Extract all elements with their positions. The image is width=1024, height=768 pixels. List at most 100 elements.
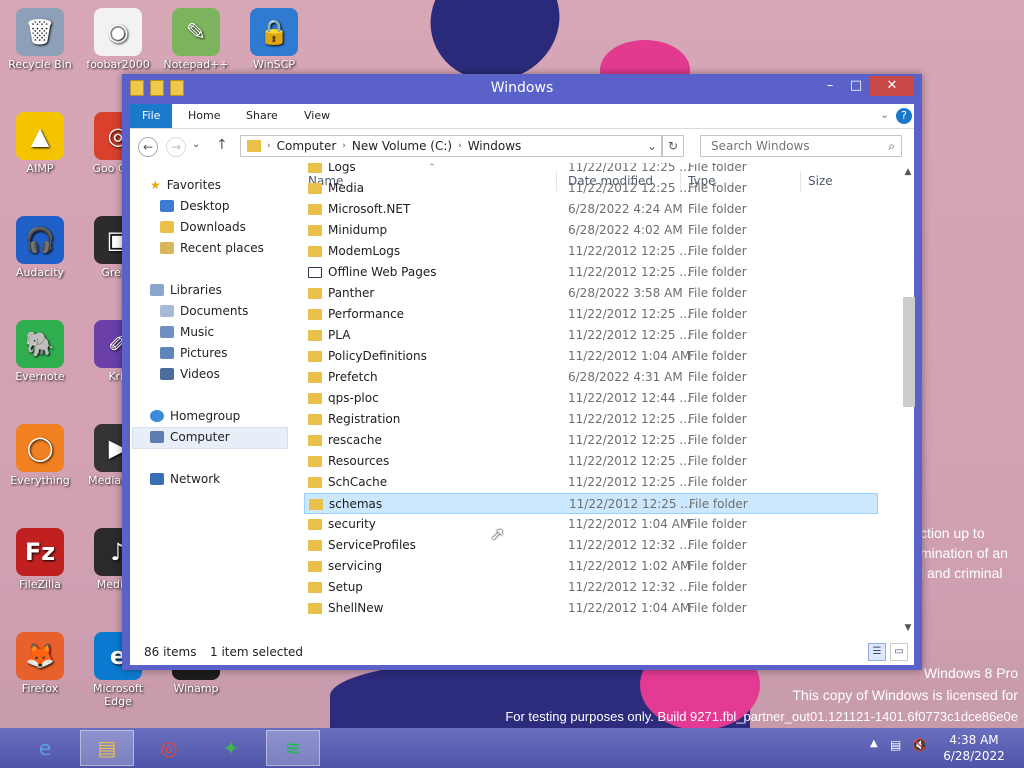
taskbar-internet-explorer-button[interactable]: e bbox=[18, 730, 72, 766]
tab-view[interactable]: View bbox=[292, 104, 342, 128]
nav-favorites[interactable]: ★ Favorites bbox=[150, 175, 221, 195]
taskbar-file-explorer-button[interactable]: ▤ bbox=[80, 730, 134, 766]
nav-videos[interactable]: Videos bbox=[160, 364, 220, 384]
folder-icon bbox=[247, 140, 261, 152]
scroll-up-icon[interactable]: ▲ bbox=[902, 167, 914, 179]
tab-share[interactable]: Share bbox=[234, 104, 290, 128]
file-row[interactable]: Prefetch 6/28/2022 4:31 AM File folder bbox=[304, 367, 878, 388]
desktop-icon-filezilla[interactable]: Fz FileZilla bbox=[2, 528, 78, 591]
taskbar-spotify-button[interactable]: ≋ bbox=[266, 730, 320, 766]
desktop-icon-foobar2000[interactable]: ◉ foobar2000 bbox=[80, 8, 156, 71]
scroll-down-icon[interactable]: ▼ bbox=[902, 623, 914, 635]
folder-icon bbox=[308, 435, 322, 446]
tab-home[interactable]: Home bbox=[176, 104, 232, 128]
desktop-icon-notepadpp[interactable]: ✎ Notepad++ bbox=[158, 8, 234, 71]
nav-libraries[interactable]: Libraries bbox=[150, 280, 222, 300]
help-icon[interactable]: ? bbox=[896, 108, 912, 124]
desktop-icon-label: WinSCP bbox=[253, 58, 295, 71]
volume-muted-icon[interactable]: 🔇 bbox=[912, 738, 927, 752]
desktop-icon-winscp[interactable]: 🔒 WinSCP bbox=[236, 8, 312, 71]
file-row[interactable]: qps-ploc 11/22/2012 12:44 ... File folder bbox=[304, 388, 878, 409]
forward-button[interactable]: → bbox=[166, 137, 186, 157]
file-row[interactable]: rescache 11/22/2012 12:25 ... File folder bbox=[304, 430, 878, 451]
file-row[interactable]: Setup 11/22/2012 12:32 ... File folder bbox=[304, 577, 878, 598]
scrollbar-thumb[interactable] bbox=[903, 297, 915, 407]
videos-icon bbox=[160, 368, 174, 380]
file-date: 11/22/2012 12:25 ... bbox=[568, 163, 691, 174]
maximize-button[interactable]: □ bbox=[844, 76, 868, 96]
nav-documents[interactable]: Documents bbox=[160, 301, 248, 321]
nav-pictures[interactable]: Pictures bbox=[160, 343, 228, 363]
large-icons-view-button[interactable]: ▭ bbox=[890, 643, 908, 661]
folder-icon bbox=[308, 540, 322, 551]
title-bar[interactable]: Windows – □ ✕ bbox=[122, 74, 922, 102]
desktop-icon-label: FileZilla bbox=[19, 578, 61, 591]
desktop-icon-audacity[interactable]: 🎧 Audacity bbox=[2, 216, 78, 279]
file-row[interactable]: Media 11/22/2012 12:25 ... File folder bbox=[304, 178, 878, 199]
file-row[interactable]: SchCache 11/22/2012 12:25 ... File folder bbox=[304, 472, 878, 493]
back-button[interactable]: ← bbox=[138, 137, 158, 157]
desktop-icon-recycle-bin[interactable]: 🗑 Recycle Bin bbox=[2, 8, 78, 71]
file-name: Panther bbox=[328, 286, 375, 300]
search-input[interactable] bbox=[709, 138, 873, 154]
folder-icon bbox=[308, 330, 322, 341]
minimize-button[interactable]: – bbox=[818, 76, 842, 96]
recent-locations-icon[interactable]: ⌄ bbox=[192, 139, 200, 150]
file-type: File folder bbox=[688, 286, 747, 300]
file-type: File folder bbox=[688, 370, 747, 384]
tab-file[interactable]: File bbox=[130, 104, 173, 128]
file-row[interactable]: ModemLogs 11/22/2012 12:25 ... File folder bbox=[304, 241, 878, 262]
vertical-scrollbar[interactable]: ▲ ▼ bbox=[902, 167, 915, 635]
file-row[interactable]: PolicyDefinitions 11/22/2012 1:04 AM File … bbox=[304, 346, 878, 367]
chevron-down-icon[interactable]: ⌄ bbox=[643, 139, 661, 153]
up-button[interactable]: ↑ bbox=[216, 137, 228, 153]
file-row[interactable]: servicing 11/22/2012 1:02 AM File folder bbox=[304, 556, 878, 577]
file-row[interactable]: schemas 11/22/2012 12:25 ... File folder bbox=[304, 493, 878, 514]
search-icon[interactable]: ⌕ bbox=[888, 136, 895, 156]
nav-computer[interactable]: Computer bbox=[150, 427, 230, 447]
desktop-icon-everything[interactable]: ◯ Everything bbox=[2, 424, 78, 487]
breadcrumb-new-volume[interactable]: New Volume (C:) bbox=[346, 139, 458, 153]
file-row[interactable]: Panther 6/28/2022 3:58 AM File folder bbox=[304, 283, 878, 304]
search-box[interactable]: ⌕ bbox=[700, 135, 902, 157]
details-view-button[interactable]: ☰ bbox=[868, 643, 886, 661]
desktop-icon-aimp[interactable]: ▲ AIMP bbox=[2, 112, 78, 175]
recycle-bin-icon: 🗑 bbox=[16, 8, 64, 56]
nav-desktop[interactable]: Desktop bbox=[160, 196, 230, 216]
file-row[interactable]: Registration 11/22/2012 12:25 ... File fol… bbox=[304, 409, 878, 430]
nav-music[interactable]: Music bbox=[160, 322, 214, 342]
nav-label: Downloads bbox=[180, 220, 246, 234]
taskbar-chrome-button[interactable]: ◎ bbox=[142, 730, 196, 766]
show-hidden-icons-icon[interactable]: ▲ bbox=[870, 738, 878, 749]
taskbar-network-app-button[interactable]: ✦ bbox=[204, 730, 258, 766]
nav-recent-places[interactable]: Recent places bbox=[160, 238, 264, 258]
file-name: Offline Web Pages bbox=[328, 265, 437, 279]
close-button[interactable]: ✕ bbox=[870, 76, 914, 96]
file-date: 11/22/2012 12:25 ... bbox=[568, 181, 691, 195]
content-area: ★ Favorites Desktop Downloads Recent pla… bbox=[130, 163, 915, 639]
system-clock[interactable]: 4:38 AM 6/28/2022 bbox=[934, 732, 1014, 764]
folder-icon bbox=[308, 246, 322, 257]
network-tray-icon[interactable]: ▤ bbox=[890, 738, 901, 752]
file-row[interactable]: security 11/22/2012 1:04 AM File folder bbox=[304, 514, 878, 535]
file-row[interactable]: PLA 11/22/2012 12:25 ... File folder bbox=[304, 325, 878, 346]
evernote-icon: 🐘 bbox=[16, 320, 64, 368]
breadcrumb-windows[interactable]: Windows bbox=[462, 139, 528, 153]
file-row[interactable]: ServiceProfiles 11/22/2012 12:32 ... File … bbox=[304, 535, 878, 556]
file-row[interactable]: Microsoft.NET 6/28/2022 4:24 AM File folde… bbox=[304, 199, 878, 220]
file-row[interactable]: Logs 11/22/2012 12:25 ... File folder bbox=[304, 163, 878, 178]
address-bar[interactable]: › Computer › New Volume (C:) › Windows ⌄ bbox=[240, 135, 662, 157]
file-row[interactable]: Offline Web Pages 11/22/2012 12:25 ... Fil… bbox=[304, 262, 878, 283]
nav-network[interactable]: Network bbox=[150, 469, 220, 489]
refresh-button[interactable]: ↻ bbox=[662, 135, 684, 157]
file-row[interactable]: Performance 11/22/2012 12:25 ... File fold… bbox=[304, 304, 878, 325]
desktop-icon-evernote[interactable]: 🐘 Evernote bbox=[2, 320, 78, 383]
file-row[interactable]: ShellNew 11/22/2012 1:04 AM File folder bbox=[304, 598, 878, 619]
nav-homegroup[interactable]: Homegroup bbox=[150, 406, 240, 426]
nav-downloads[interactable]: Downloads bbox=[160, 217, 246, 237]
expand-ribbon-icon[interactable]: ⌄ bbox=[880, 108, 889, 121]
file-row[interactable]: Resources 11/22/2012 12:25 ... File folder bbox=[304, 451, 878, 472]
breadcrumb-computer[interactable]: Computer bbox=[271, 139, 343, 153]
desktop-icon-firefox[interactable]: 🦊 Firefox bbox=[2, 632, 78, 695]
file-row[interactable]: Minidump 6/28/2022 4:02 AM File folder bbox=[304, 220, 878, 241]
